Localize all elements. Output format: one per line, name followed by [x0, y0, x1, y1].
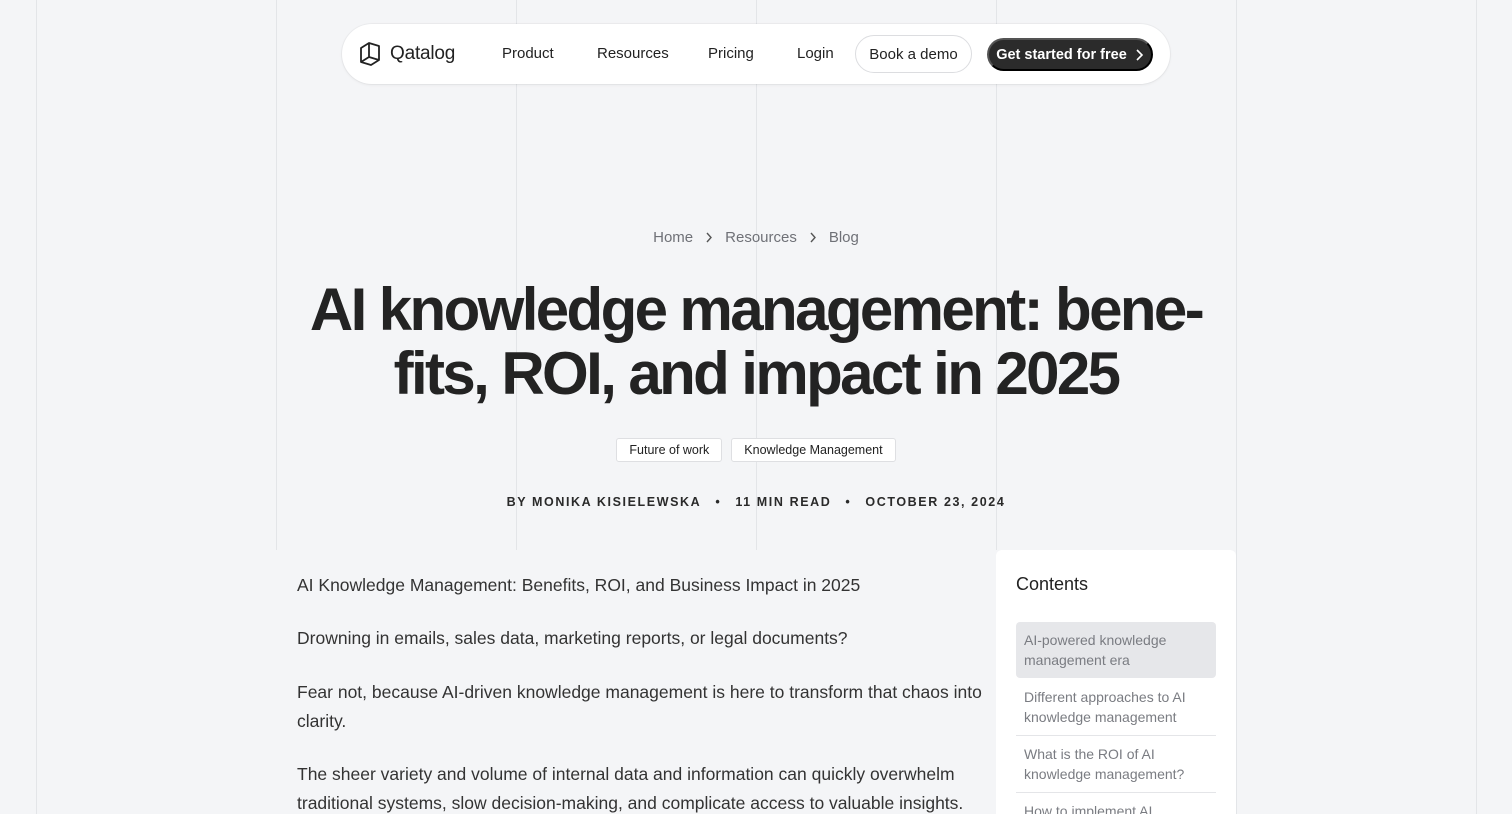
breadcrumb-blog[interactable]: Blog: [829, 229, 859, 246]
grid-line: [36, 0, 37, 814]
read-time: 11 MIN READ: [735, 495, 832, 509]
page-title: AI knowledge management: bene- fits, ROI…: [276, 278, 1236, 406]
book-demo-button[interactable]: Book a demo: [855, 35, 972, 73]
table-of-contents: Contents AI-powered knowledge management…: [996, 550, 1236, 814]
title-line: fits, ROI, and impact in 2025: [393, 340, 1121, 407]
toc-item-ai-powered[interactable]: AI-powered knowledge management era: [1016, 622, 1216, 678]
nav-link-pricing[interactable]: Pricing: [708, 45, 754, 62]
toc-item-approaches[interactable]: Different approaches to AI knowledge man…: [1016, 679, 1216, 736]
top-navbar: Qatalog Product Resources Pricing Login …: [342, 24, 1170, 84]
nav-link-login[interactable]: Login: [797, 45, 834, 62]
chevron-right-icon: [1136, 48, 1143, 61]
toc-item-roi[interactable]: What is the ROI of AI knowledge manageme…: [1016, 736, 1216, 793]
article-paragraph: The sheer variety and volume of internal…: [297, 764, 964, 813]
grid-line: [1236, 0, 1237, 814]
qatalog-logo-icon: [360, 42, 380, 66]
publish-date: OCTOBER 23, 2024: [865, 495, 1006, 509]
get-started-label: Get started for free: [996, 46, 1127, 63]
breadcrumb-resources[interactable]: Resources: [725, 229, 797, 246]
toc-heading: Contents: [1016, 574, 1089, 594]
author: BY MONIKA KISIELEWSKA: [506, 495, 702, 509]
title-line: AI knowledge management: bene-: [309, 276, 1205, 343]
logo-text: Qatalog: [390, 43, 456, 64]
article-meta: BY MONIKA KISIELEWSKA • 11 MIN READ • OC…: [0, 495, 1512, 509]
tag-list: Future of work Knowledge Management: [0, 438, 1512, 462]
chevron-right-icon: [706, 232, 713, 243]
meta-separator: •: [715, 495, 722, 509]
breadcrumb: Home Resources Blog: [0, 229, 1512, 246]
tag-knowledge-management[interactable]: Knowledge Management: [731, 438, 896, 462]
article-paragraph: Fear not, because AI-driven knowledge ma…: [297, 682, 982, 731]
nav-link-resources[interactable]: Resources: [597, 45, 669, 62]
logo[interactable]: Qatalog: [358, 41, 455, 67]
tag-future-of-work[interactable]: Future of work: [616, 438, 723, 462]
meta-separator: •: [845, 495, 852, 509]
article-paragraph: AI Knowledge Management: Benefits, ROI, …: [297, 575, 861, 595]
nav-link-product[interactable]: Product: [502, 45, 554, 62]
article-paragraph: Drowning in emails, sales data, marketin…: [297, 628, 848, 648]
chevron-right-icon: [810, 232, 816, 243]
breadcrumb-home[interactable]: Home: [653, 229, 693, 246]
grid-line: [1476, 0, 1477, 814]
get-started-button[interactable]: Get started for free: [987, 38, 1153, 71]
toc-item-implement[interactable]: How to implement AI: [1016, 793, 1216, 814]
